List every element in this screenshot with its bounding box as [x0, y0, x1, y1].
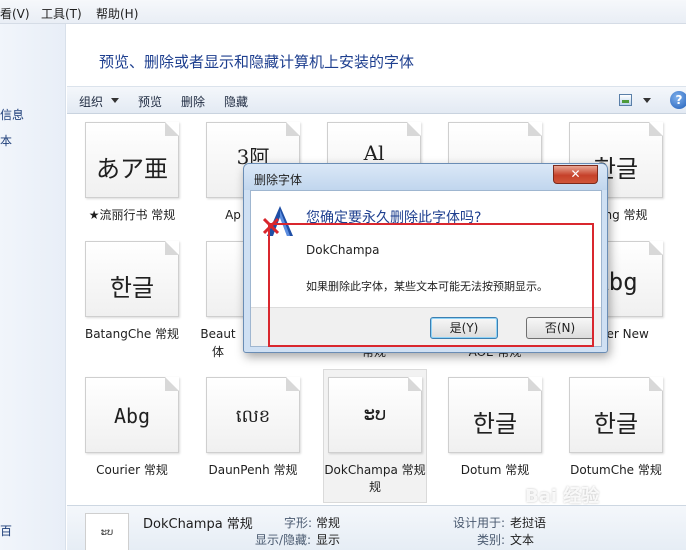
delete-font-dialog: 删除字体 ✕ 您确定要永久删除此字体吗? DokChampa 如果删除此字体，某…	[243, 163, 608, 353]
navigation-pane: 信息 本 百	[0, 24, 66, 550]
font-thumbnail: លេខ	[206, 377, 300, 453]
font-sample: លេខ	[235, 406, 271, 427]
menu-tools[interactable]: 工具(T)	[41, 5, 82, 22]
details-font-thumbnail: ະບ	[85, 513, 129, 550]
details-pane: ະບ DokChampa 常规 字形: 常规 显示/隐藏: 显示 设计用于: 老…	[67, 505, 686, 550]
yes-button[interactable]: 是(Y)	[430, 317, 498, 339]
toolbar: 组织 预览 删除 隐藏 ?	[67, 86, 686, 114]
font-name: DokChampa 常规	[324, 463, 426, 477]
font-thumbnail: 한글	[448, 377, 542, 453]
menu-help[interactable]: 帮助(H)	[96, 5, 138, 22]
dialog-question: 您确定要永久删除此字体吗?	[306, 210, 482, 226]
font-tile-daunpenh[interactable]: លេខ DaunPenh 常规	[188, 370, 308, 485]
font-thumbnail: ະບ	[328, 377, 422, 453]
font-sample: 한글	[593, 410, 639, 438]
nav-item-bottom[interactable]: 百	[0, 522, 12, 539]
font-tile-courier[interactable]: Abg Courier 常规	[67, 370, 187, 485]
font-delete-warning-icon	[263, 206, 293, 236]
dialog-title: 删除字体	[254, 173, 303, 187]
font-name: Courier 常规	[96, 463, 168, 477]
details-showhide-label: 显示/隐藏:	[255, 533, 312, 547]
dialog-message: 如果删除此字体，某些文本可能无法按预期显示。	[306, 280, 548, 293]
delete-button[interactable]: 删除	[181, 93, 205, 110]
font-sample: あア亜	[96, 155, 168, 183]
organize-dropdown-icon[interactable]	[111, 98, 119, 103]
menu-bar: 看(V) 工具(T) 帮助(H)	[0, 0, 686, 24]
font-name: DaunPenh 常规	[208, 463, 298, 477]
font-thumbnail: 한글	[569, 377, 663, 453]
font-thumbnail: 한글	[85, 241, 179, 317]
details-font-name: DokChampa 常规	[143, 517, 253, 532]
font-tile-dotum[interactable]: 한글 Dotum 常规	[430, 370, 550, 485]
help-icon[interactable]: ?	[670, 91, 686, 109]
font-thumbnail: あア亜	[85, 122, 179, 198]
dialog-close-button[interactable]: ✕	[553, 165, 598, 184]
font-name: Dotum 常规	[460, 463, 530, 477]
details-style-label: 字形:	[284, 516, 313, 530]
details-showhide-value: 显示	[316, 533, 341, 547]
font-name: DotumChe 常规	[570, 463, 662, 477]
font-thumbnail: Abg	[85, 377, 179, 453]
font-tile-batangche[interactable]: 한글 BatangChe 常规	[67, 234, 187, 349]
organize-button[interactable]: 组织	[79, 93, 103, 110]
font-sample: 한글	[472, 410, 518, 438]
dialog-footer: 是(Y) 否(N)	[251, 307, 601, 346]
details-category-value: 文本	[510, 533, 535, 547]
change-view-icon[interactable]	[619, 94, 632, 106]
nav-item-info[interactable]: 信息	[0, 106, 24, 123]
details-style-value: 常规	[316, 516, 341, 530]
font-sample: 한글	[109, 274, 155, 302]
dialog-body: 您确定要永久删除此字体吗? DokChampa 如果删除此字体，某些文本可能无法…	[250, 190, 602, 347]
font-sample: ະບ	[363, 404, 387, 425]
page-title: 预览、删除或者显示和隐藏计算机上安装的字体	[99, 53, 415, 71]
baidu-watermark: Bai 经验	[525, 486, 600, 507]
font-sample: Al	[363, 141, 385, 165]
header: 预览、删除或者显示和隐藏计算机上安装的字体	[67, 24, 686, 86]
menu-view[interactable]: 看(V)	[0, 5, 30, 22]
font-tile-dokchampa[interactable]: ະບ DokChampa 常规 规	[323, 369, 427, 503]
details-designed-value: 老挝语	[510, 516, 547, 530]
view-dropdown-icon[interactable]	[643, 98, 651, 103]
no-button[interactable]: 否(N)	[526, 317, 594, 339]
details-category-label: 类别:	[477, 533, 506, 547]
font-sample: Abg	[113, 404, 151, 428]
hide-button[interactable]: 隐藏	[224, 93, 248, 110]
preview-button[interactable]: 预览	[138, 93, 162, 110]
font-tile-dotumche[interactable]: 한글 DotumChe 常规	[551, 370, 671, 485]
dialog-font-name: DokChampa	[306, 243, 380, 257]
details-designed-label: 设计用于:	[453, 516, 506, 530]
font-name-line2: 规	[368, 480, 381, 494]
nav-item-text[interactable]: 本	[0, 132, 12, 149]
